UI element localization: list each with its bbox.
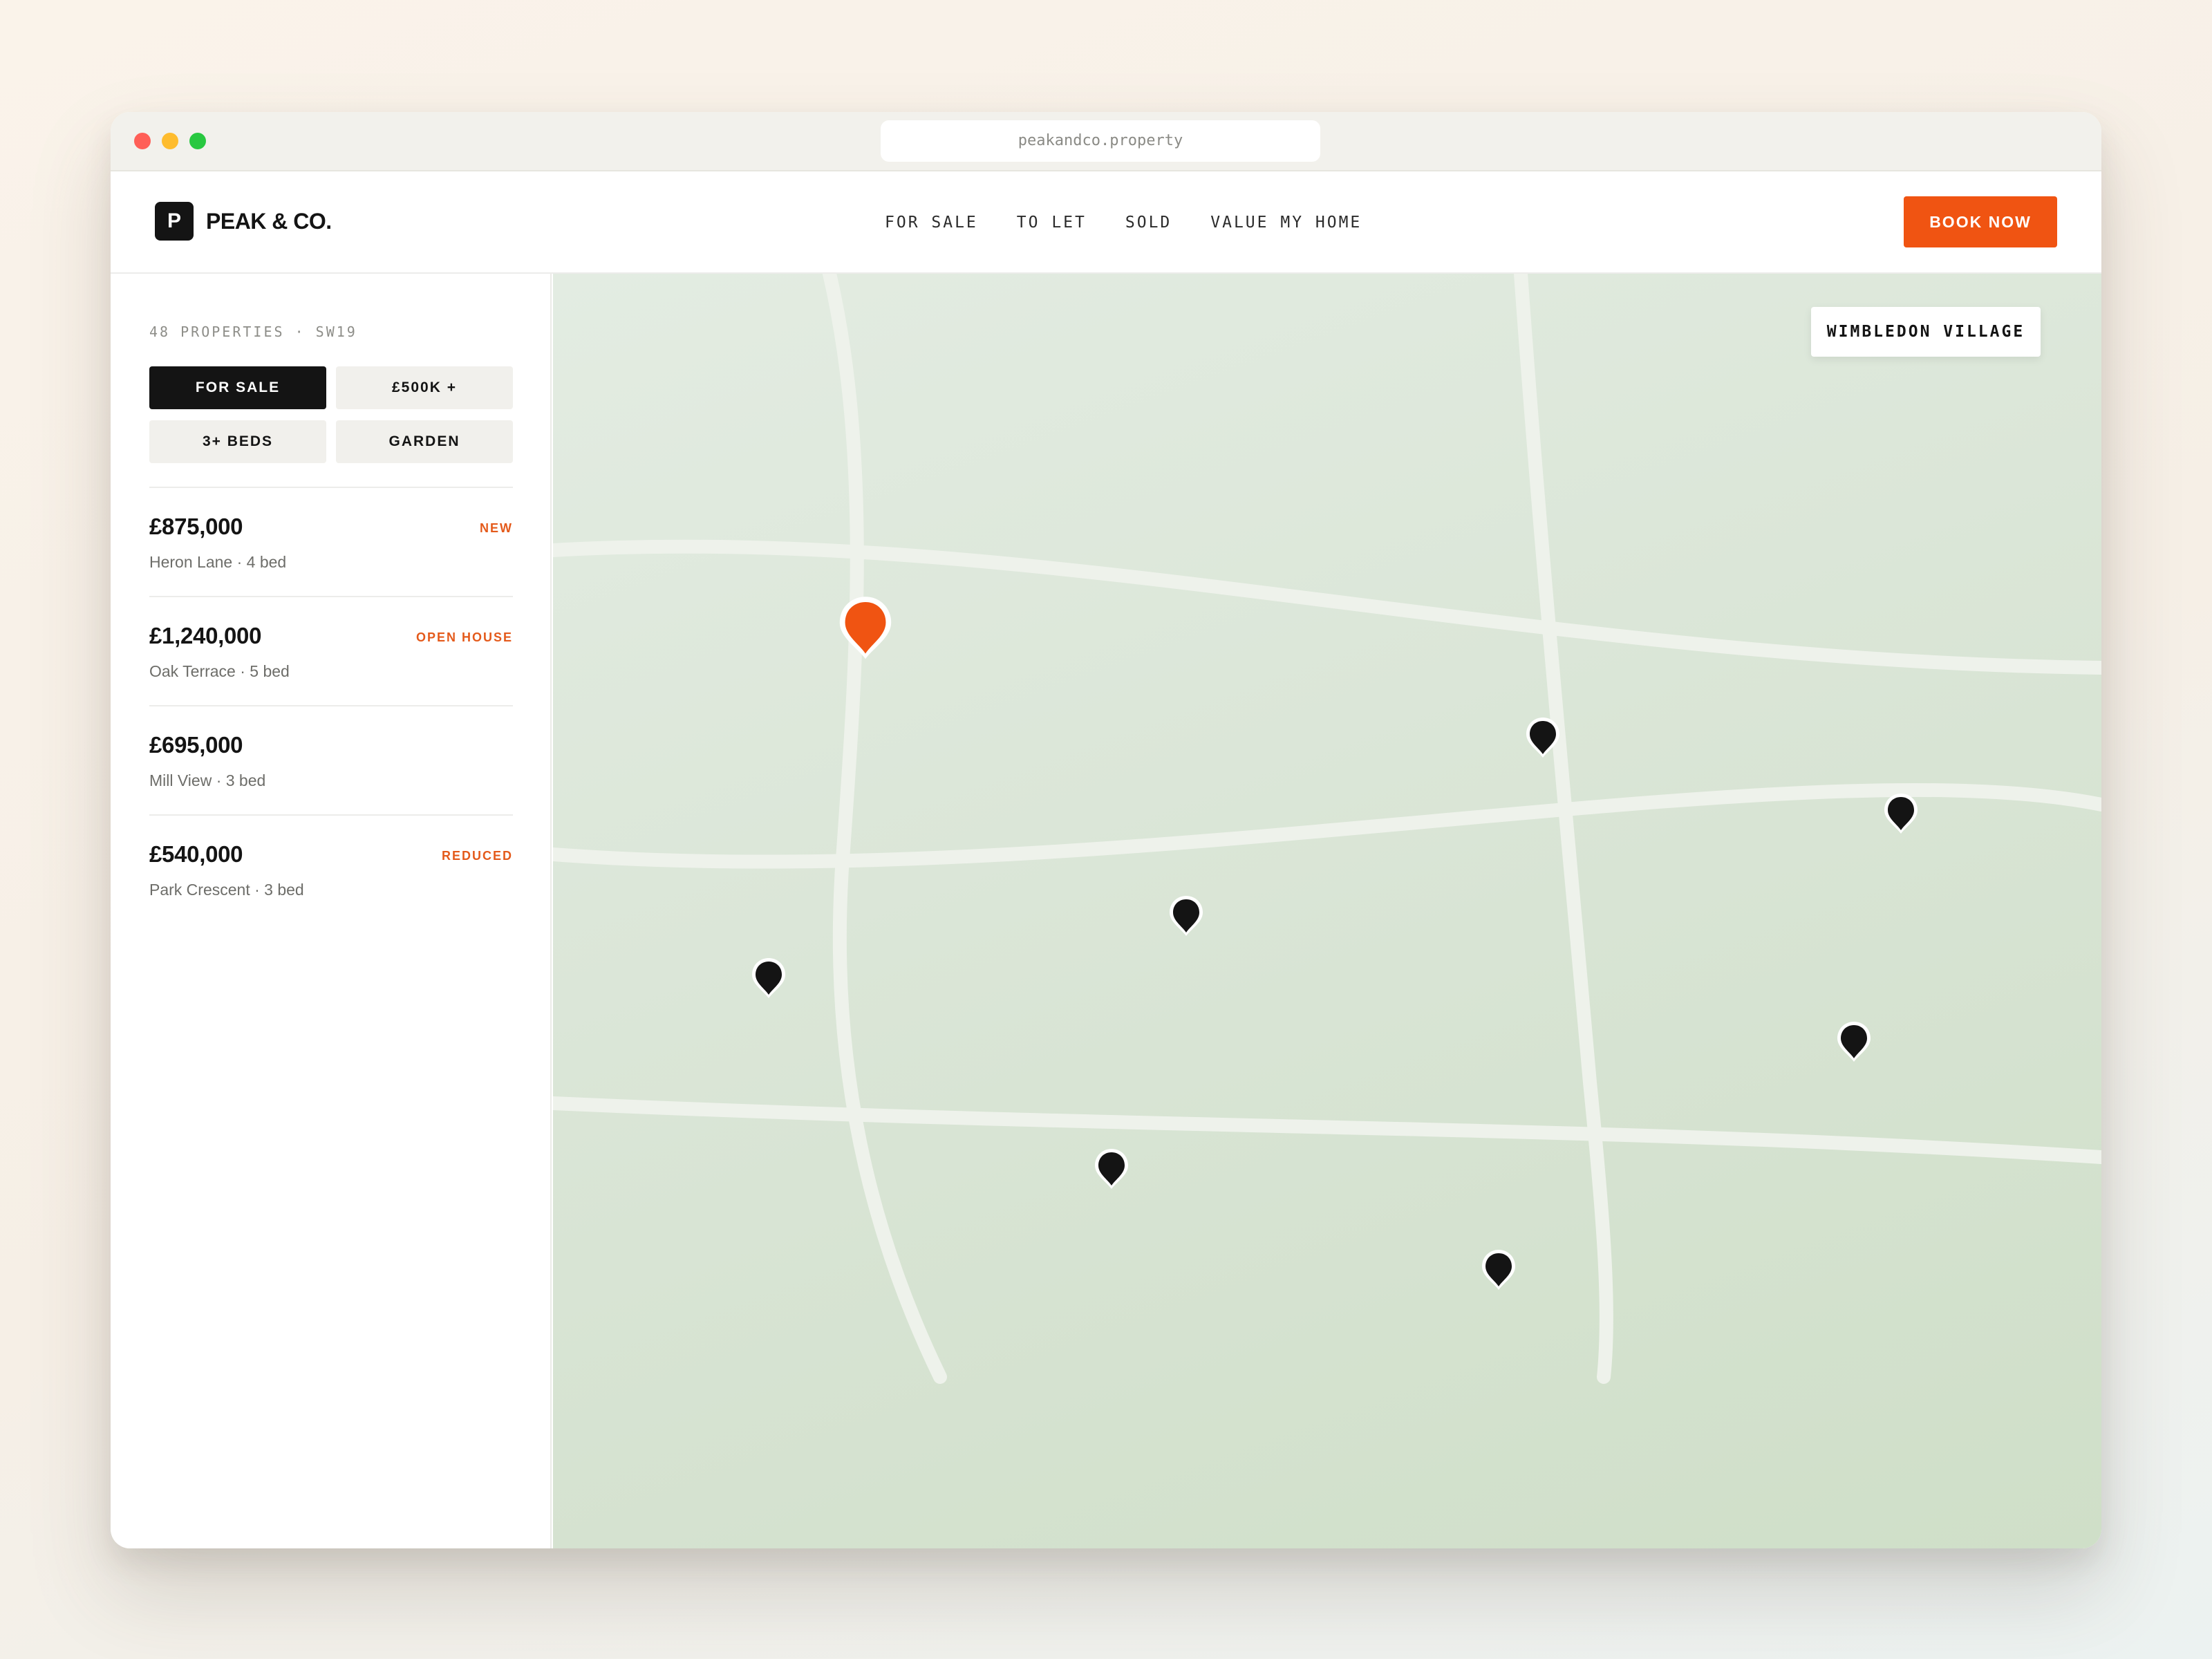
nav-link-sold[interactable]: SOLD (1125, 210, 1172, 235)
browser-chrome: peakandco.property (111, 112, 2101, 171)
listing-item[interactable]: £540,000 REDUCED Park Crescent · 3 bed (149, 814, 513, 924)
listing-price: £540,000 (149, 841, 243, 867)
listing-address: Park Crescent · 3 bed (149, 881, 304, 899)
map-pin[interactable] (1170, 896, 1203, 936)
site-header: P PEAK & CO. FOR SALE TO LET SOLD VALUE … (111, 171, 2101, 274)
listing-price: £1,240,000 (149, 623, 262, 648)
listing-item[interactable]: £875,000 NEW Heron Lane · 4 bed (149, 487, 513, 596)
filter-chips: FOR SALE £500K + 3+ BEDS GARDEN (149, 366, 513, 463)
road (553, 782, 2101, 869)
nav-link-to-let[interactable]: TO LET (1017, 210, 1087, 235)
listing-badge: NEW (480, 521, 513, 535)
map-pin[interactable] (1482, 1250, 1515, 1290)
map-roads (553, 274, 2101, 1384)
listing-address: Oak Terrace · 5 bed (149, 662, 290, 680)
listing-address: Heron Lane · 4 bed (149, 553, 287, 571)
listing-badge: REDUCED (441, 849, 513, 863)
road (1514, 274, 1613, 1384)
map-pin-highlighted[interactable] (839, 597, 892, 659)
listing-price: £695,000 (149, 732, 243, 758)
listing-address: Mill View · 3 bed (149, 771, 266, 789)
filter-garden[interactable]: GARDEN (336, 420, 513, 463)
listing-item[interactable]: £1,240,000 OPEN HOUSE Oak Terrace · 5 be… (149, 596, 513, 705)
filter-3-beds[interactable]: 3+ BEDS (149, 420, 326, 463)
listing-badge: OPEN HOUSE (415, 630, 513, 644)
road (823, 274, 947, 1384)
map-pin[interactable] (1884, 794, 1918, 834)
nav-link-value-my-home[interactable]: VALUE MY HOME (1210, 210, 1362, 235)
filter-price-500k[interactable]: £500K + (336, 366, 513, 409)
book-now-button[interactable]: BOOK NOW (1904, 196, 2057, 247)
browser-window: peakandco.property P PEAK & CO. FOR SALE… (111, 112, 2101, 1548)
property-count: 48 PROPERTIES · SW19 (149, 324, 357, 340)
listing-list: £875,000 NEW Heron Lane · 4 bed £1,240,0… (149, 487, 513, 924)
main-nav: FOR SALE TO LET SOLD VALUE MY HOME (885, 210, 1362, 235)
url-bar[interactable]: peakandco.property (881, 120, 1320, 162)
road (553, 1096, 2101, 1164)
minimize-window-dot[interactable] (162, 133, 178, 149)
map-pin[interactable] (1837, 1022, 1871, 1062)
logo-icon[interactable]: P (155, 202, 194, 241)
area-label: WIMBLEDON VILLAGE (1811, 307, 2041, 357)
property-map[interactable]: WIMBLEDON VILLAGE (553, 274, 2101, 1548)
listing-price: £875,000 (149, 514, 243, 539)
listing-item[interactable]: £695,000 Mill View · 3 bed (149, 705, 513, 814)
map-pin[interactable] (1095, 1149, 1128, 1189)
listings-sidebar: 48 PROPERTIES · SW19 FOR SALE £500K + 3+… (111, 274, 552, 1548)
filter-for-sale[interactable]: FOR SALE (149, 366, 326, 409)
map-pin[interactable] (752, 958, 785, 998)
maximize-window-dot[interactable] (189, 133, 206, 149)
nav-link-for-sale[interactable]: FOR SALE (885, 210, 978, 235)
brand-name[interactable]: PEAK & CO. (206, 207, 332, 235)
close-window-dot[interactable] (134, 133, 151, 149)
road (553, 539, 2101, 675)
